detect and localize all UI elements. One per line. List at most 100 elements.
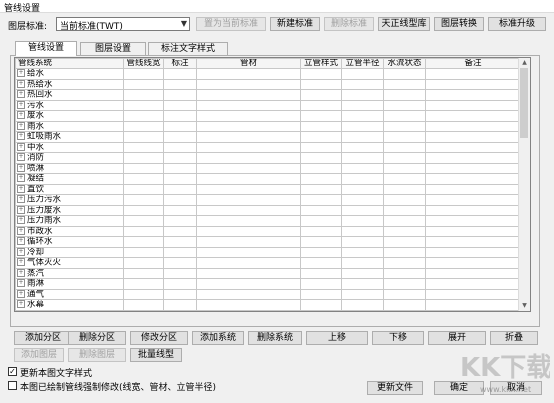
table-cell[interactable] xyxy=(163,299,197,311)
column-header[interactable]: 管线系统 xyxy=(15,58,124,70)
table-row[interactable]: + 水幕 xyxy=(15,299,521,311)
expand-plus-icon[interactable]: + xyxy=(17,258,25,267)
table-cell[interactable] xyxy=(163,110,197,122)
table-cell[interactable] xyxy=(163,131,197,143)
table-cell[interactable] xyxy=(123,68,164,80)
delete-zone-button[interactable]: 删除分区 xyxy=(68,331,126,345)
table-cell[interactable] xyxy=(341,120,384,133)
table-cell[interactable] xyxy=(383,267,426,280)
system-name-cell[interactable]: + 中水 xyxy=(15,141,124,154)
table-cell[interactable] xyxy=(163,215,197,227)
table-cell[interactable] xyxy=(300,110,342,122)
table-cell[interactable] xyxy=(123,99,164,112)
table-cell[interactable] xyxy=(341,299,384,311)
expand-plus-icon[interactable]: + xyxy=(17,227,25,235)
scroll-up-icon[interactable]: ▲ xyxy=(519,58,530,68)
system-name-cell[interactable]: + 凝结 xyxy=(15,173,124,185)
table-cell[interactable] xyxy=(341,246,384,259)
table-cell[interactable] xyxy=(341,257,384,269)
system-name-cell[interactable]: + 消防 xyxy=(15,152,124,164)
expand-plus-icon[interactable]: + xyxy=(17,132,25,141)
add-system-button[interactable]: 添加系统 xyxy=(192,331,244,345)
system-name-cell[interactable]: + 压力雨水 xyxy=(15,215,124,227)
table-cell[interactable] xyxy=(341,99,384,112)
table-cell[interactable] xyxy=(341,131,384,143)
table-cell[interactable] xyxy=(300,99,342,112)
table-cell[interactable] xyxy=(300,278,342,290)
expand-plus-icon[interactable]: + xyxy=(17,80,25,88)
table-cell[interactable] xyxy=(196,257,301,269)
table-cell[interactable] xyxy=(300,257,342,269)
expand-plus-icon[interactable]: + xyxy=(17,185,25,193)
table-cell[interactable] xyxy=(425,299,521,311)
table-cell[interactable] xyxy=(383,99,426,112)
table-cell[interactable] xyxy=(196,152,301,164)
expand-plus-icon[interactable]: + xyxy=(17,122,25,130)
tab-annotation-text-style[interactable]: 标注文字样式 xyxy=(148,42,228,56)
column-header[interactable]: 备注 xyxy=(425,58,521,70)
standard-upgrade-button[interactable]: 标准升级 xyxy=(488,17,546,31)
table-cell[interactable] xyxy=(341,278,384,290)
table-cell[interactable] xyxy=(123,162,164,175)
table-row[interactable]: + 虹吸雨水 xyxy=(15,131,521,143)
expand-plus-icon[interactable]: + xyxy=(17,101,25,109)
table-cell[interactable] xyxy=(163,141,197,154)
table-cell[interactable] xyxy=(341,194,384,206)
expand-plus-icon[interactable]: + xyxy=(17,174,25,183)
table-cell[interactable] xyxy=(300,204,342,217)
new-standard-button[interactable]: 新建标准 xyxy=(270,17,320,31)
add-zone-button[interactable]: 添加分区 xyxy=(14,331,72,345)
expand-plus-icon[interactable]: + xyxy=(17,206,25,214)
table-cell[interactable] xyxy=(300,141,342,154)
pipeline-grid[interactable]: 管线系统 管线线宽 标注 管材 立管样式 立管半径 水流状态 备注 + 给水 + 热给… xyxy=(14,57,531,312)
expand-plus-icon[interactable]: + xyxy=(17,269,25,277)
system-name-cell[interactable]: + 虹吸雨水 xyxy=(15,131,124,143)
add-layer-button[interactable]: 添加图层 xyxy=(14,348,64,362)
system-name-cell[interactable]: + 雨水 xyxy=(15,120,124,133)
table-cell[interactable] xyxy=(163,162,197,175)
table-cell[interactable] xyxy=(341,78,384,91)
table-cell[interactable] xyxy=(163,288,197,301)
table-cell[interactable] xyxy=(196,89,301,101)
table-row[interactable]: + 给水 xyxy=(15,68,521,80)
table-row[interactable]: + 消防 xyxy=(15,152,521,164)
table-cell[interactable] xyxy=(163,89,197,101)
table-cell[interactable] xyxy=(383,257,426,269)
table-cell[interactable] xyxy=(300,68,342,80)
table-cell[interactable] xyxy=(163,183,197,196)
table-cell[interactable] xyxy=(300,299,342,311)
table-cell[interactable] xyxy=(196,78,301,91)
table-cell[interactable] xyxy=(341,183,384,196)
table-cell[interactable] xyxy=(383,225,426,238)
table-cell[interactable] xyxy=(300,183,342,196)
table-cell[interactable] xyxy=(196,246,301,259)
table-cell[interactable] xyxy=(123,236,164,248)
column-header[interactable]: 管线线宽 xyxy=(123,58,164,70)
chevron-down-icon[interactable]: ▼ xyxy=(181,19,187,28)
table-cell[interactable] xyxy=(123,120,164,133)
table-cell[interactable] xyxy=(425,278,521,290)
table-cell[interactable] xyxy=(425,246,521,259)
table-cell[interactable] xyxy=(425,173,521,185)
expand-plus-icon[interactable]: + xyxy=(17,237,25,246)
system-name-cell[interactable]: + 废水 xyxy=(15,110,124,122)
table-cell[interactable] xyxy=(425,204,521,217)
table-cell[interactable] xyxy=(196,141,301,154)
table-cell[interactable] xyxy=(196,215,301,227)
table-cell[interactable] xyxy=(196,299,301,311)
table-cell[interactable] xyxy=(196,225,301,238)
delete-standard-button[interactable]: 删除标准 xyxy=(324,17,374,31)
table-row[interactable]: + 通气 xyxy=(15,288,521,301)
table-cell[interactable] xyxy=(163,204,197,217)
tab-pipeline-settings[interactable]: 管线设置 xyxy=(15,41,77,56)
table-cell[interactable] xyxy=(163,225,197,238)
tab-layer-settings[interactable]: 图层设置 xyxy=(80,42,146,56)
table-row[interactable]: + 雨淋 xyxy=(15,278,521,290)
delete-system-button[interactable]: 删除系统 xyxy=(248,331,302,345)
table-row[interactable]: + 热给水 xyxy=(15,78,521,91)
table-cell[interactable] xyxy=(163,257,197,269)
table-cell[interactable] xyxy=(196,183,301,196)
table-cell[interactable] xyxy=(300,173,342,185)
table-cell[interactable] xyxy=(341,215,384,227)
table-row[interactable]: + 凝结 xyxy=(15,173,521,185)
